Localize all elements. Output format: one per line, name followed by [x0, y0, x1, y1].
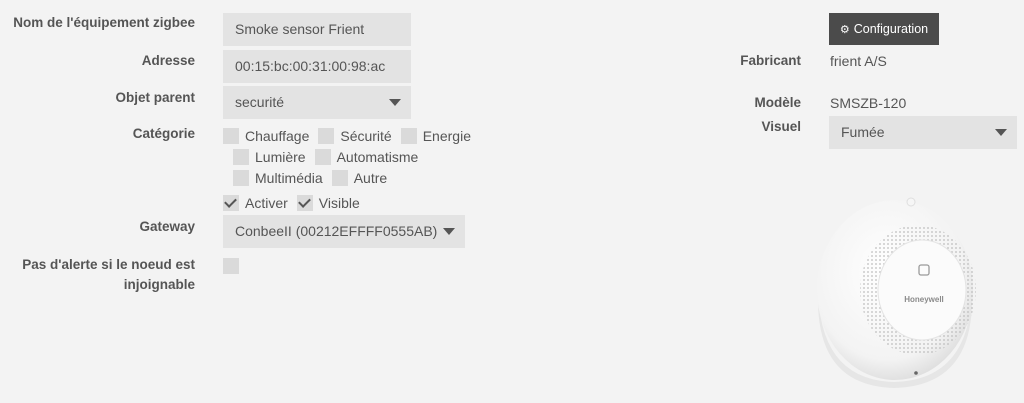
- no-alert-label-line2: injoignable: [123, 277, 195, 292]
- caret-down-icon: [995, 129, 1007, 136]
- checkbox[interactable]: [318, 128, 335, 144]
- name-input-value: Smoke sensor Frient: [235, 21, 365, 37]
- category-securite-label: Sécurité: [340, 128, 392, 144]
- no-alert-label: Pas d'alerte si le noeud est injoignable: [22, 255, 195, 295]
- category-multimedia-label: Multimédia: [255, 170, 323, 186]
- parent-select[interactable]: securité: [223, 86, 411, 119]
- category-multimedia[interactable]: Multimédia: [233, 169, 323, 187]
- honeywell-logo: Honeywell: [904, 295, 944, 304]
- gateway-select-value: ConbeeII (00212EFFFF0555AB): [235, 223, 438, 239]
- model-value: SMSZB-120: [830, 95, 907, 111]
- gears-icon: ⚙: [839, 23, 850, 36]
- category-energie[interactable]: Energie: [400, 127, 471, 145]
- no-alert-checkbox[interactable]: [223, 258, 239, 274]
- caret-down-icon: [389, 99, 401, 106]
- parent-label: Objet parent: [115, 90, 195, 105]
- visual-label: Visuel: [761, 119, 801, 134]
- visual-select-value: Fumée: [841, 124, 885, 140]
- category-securite[interactable]: Sécurité: [318, 127, 392, 145]
- category-autre[interactable]: Autre: [331, 169, 388, 187]
- category-automatisme-label: Automatisme: [336, 149, 419, 165]
- category-row-1: Chauffage Sécurité Energie: [223, 127, 480, 148]
- no-alert-label-line1: Pas d'alerte si le noeud est: [22, 257, 195, 272]
- visible-label: Visible: [318, 195, 360, 211]
- activate-label: Activer: [245, 195, 288, 211]
- category-label: Catégorie: [132, 126, 195, 141]
- name-label: Nom de l'équipement zigbee: [13, 15, 195, 30]
- checkbox[interactable]: [331, 170, 348, 186]
- checkbox[interactable]: [233, 170, 249, 186]
- checkbox[interactable]: [400, 128, 417, 144]
- flags-row: Activer Visible: [223, 194, 369, 215]
- caret-down-icon: [443, 228, 455, 235]
- gateway-select[interactable]: ConbeeII (00212EFFFF0555AB): [223, 215, 465, 248]
- visible-checkbox[interactable]: Visible: [296, 194, 360, 212]
- category-chauffage[interactable]: Chauffage: [223, 127, 309, 145]
- checkbox[interactable]: [233, 149, 249, 165]
- manufacturer-value: frient A/S: [830, 53, 887, 69]
- name-input[interactable]: Smoke sensor Frient: [223, 13, 411, 46]
- address-input[interactable]: 00:15:bc:00:31:00:98:ac: [223, 50, 411, 83]
- address-input-value: 00:15:bc:00:31:00:98:ac: [235, 58, 386, 74]
- checkbox[interactable]: [223, 128, 239, 144]
- parent-select-value: securité: [235, 94, 285, 110]
- category-energie-label: Energie: [422, 128, 471, 144]
- category-chauffage-label: Chauffage: [245, 128, 310, 144]
- configuration-button[interactable]: ⚙ Configuration: [829, 13, 939, 45]
- category-lumiere[interactable]: Lumière: [233, 148, 306, 166]
- configuration-button-label: Configuration: [853, 22, 929, 36]
- check-icon[interactable]: [296, 195, 313, 211]
- category-row-3: Multimédia Autre: [233, 169, 396, 190]
- category-lumiere-label: Lumière: [255, 149, 306, 165]
- manufacturer-label: Fabricant: [740, 53, 801, 68]
- address-label: Adresse: [141, 53, 195, 68]
- checkbox[interactable]: [314, 149, 331, 165]
- model-label: Modèle: [754, 95, 801, 110]
- category-automatisme[interactable]: Automatisme: [314, 148, 419, 166]
- activate-checkbox[interactable]: Activer: [223, 194, 288, 212]
- visual-select[interactable]: Fumée: [829, 116, 1017, 149]
- check-icon[interactable]: [223, 195, 239, 211]
- smoke-detector-image: Honeywell: [817, 197, 976, 388]
- category-autre-label: Autre: [353, 170, 388, 186]
- category-row-2: Lumière Automatisme: [233, 148, 427, 169]
- gateway-label: Gateway: [139, 219, 195, 234]
